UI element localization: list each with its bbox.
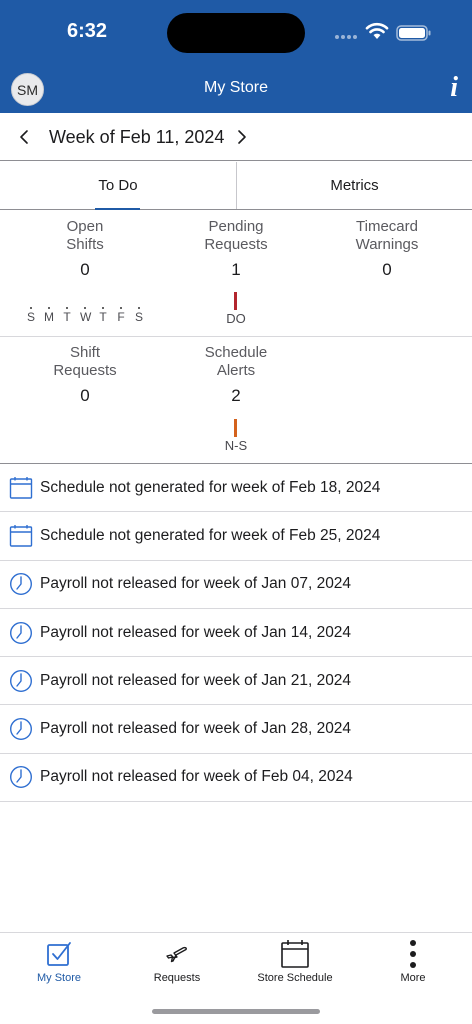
weekday-sat: S xyxy=(134,307,143,324)
tab-to-do[interactable]: To Do xyxy=(0,162,236,210)
schedule-alerts-label-1: Schedule xyxy=(204,344,268,361)
shift-requests-card[interactable]: Shift Requests 0 xyxy=(10,344,160,406)
alert-row[interactable]: Schedule not generated for week of Feb 1… xyxy=(0,464,472,513)
tab-metrics[interactable]: Metrics xyxy=(236,162,472,209)
checkbox-icon xyxy=(44,939,74,969)
pending-requests-card[interactable]: Pending Requests 1 xyxy=(161,218,311,280)
weekday-sun: S xyxy=(26,307,35,324)
alert-text: Schedule not generated for week of Feb 2… xyxy=(40,526,381,544)
schedule-alerts-count: 2 xyxy=(231,386,241,405)
alert-row[interactable]: Payroll not released for week of Jan 07,… xyxy=(0,561,472,609)
weekday-strip: S M T W T F S xyxy=(26,307,144,324)
tab-requests-label: Requests xyxy=(153,972,201,984)
tab-requests[interactable]: Requests xyxy=(118,933,236,988)
alert-text: Schedule not generated for week of Feb 1… xyxy=(40,478,381,496)
open-shifts-count: 0 xyxy=(80,260,90,279)
home-indicator xyxy=(152,1009,320,1014)
schedule-alerts-marker xyxy=(234,419,237,437)
alert-text: Payroll not released for week of Jan 14,… xyxy=(40,623,352,641)
weekday-mon: M xyxy=(44,307,54,324)
alert-row[interactable]: Payroll not released for week of Feb 04,… xyxy=(0,753,472,803)
pending-requests-label-2: Requests xyxy=(204,236,268,253)
info-button[interactable]: i xyxy=(450,73,458,103)
wifi-icon xyxy=(365,22,389,39)
summary-divider xyxy=(0,336,472,337)
weekday-thu: T xyxy=(99,307,107,324)
tab-my-store[interactable]: My Store xyxy=(0,933,118,988)
cellular-signal-icon xyxy=(335,35,357,39)
status-bar: 6:32 xyxy=(0,0,472,65)
schedule-alerts-label-2: Alerts xyxy=(216,362,256,379)
timecard-warnings-card[interactable]: Timecard Warnings 0 xyxy=(312,218,462,280)
shift-requests-count: 0 xyxy=(80,386,90,405)
weekday-wed: W xyxy=(80,307,92,324)
alert-row[interactable]: Schedule not generated for week of Feb 2… xyxy=(0,512,472,561)
segmented-tabs: To Do Metrics xyxy=(0,162,472,210)
pending-requests-marker xyxy=(234,292,237,310)
timecard-warnings-count: 0 xyxy=(382,260,392,279)
calendar-icon xyxy=(280,939,310,969)
open-shifts-label-2: Shifts xyxy=(66,236,104,253)
nav-bar: SM My Store i xyxy=(0,65,472,113)
clock-icon xyxy=(0,705,40,753)
alert-text: Payroll not released for week of Feb 04,… xyxy=(40,768,353,786)
schedule-alerts-card[interactable]: Schedule Alerts 2 xyxy=(161,344,311,406)
open-shifts-label-1: Open xyxy=(66,218,104,235)
weekday-tue: T xyxy=(63,307,71,324)
pending-requests-label-1: Pending xyxy=(208,218,264,235)
timecard-warnings-label-1: Timecard xyxy=(356,218,418,235)
clock-icon xyxy=(0,753,40,801)
pending-requests-count: 1 xyxy=(231,260,241,279)
chevron-left-icon[interactable] xyxy=(14,123,34,151)
battery-icon xyxy=(396,25,431,41)
alert-row[interactable]: Payroll not released for week of Jan 28,… xyxy=(0,705,472,754)
clock-icon xyxy=(0,657,40,705)
dynamic-island xyxy=(167,13,305,53)
week-label: Week of Feb 11, 2024 xyxy=(49,127,225,147)
tab-more[interactable]: More xyxy=(354,933,472,988)
page-title: My Store xyxy=(203,79,268,96)
chevron-right-icon[interactable] xyxy=(232,123,252,151)
bottom-tab-bar: My Store Requests Store Schedule More xyxy=(0,932,472,988)
clock-icon xyxy=(0,609,40,657)
tab-store-schedule-label: Store Schedule xyxy=(257,972,333,984)
alert-text: Payroll not released for week of Jan 21,… xyxy=(40,671,352,689)
calendar-icon xyxy=(0,464,40,512)
weekday-fri: F xyxy=(117,307,125,324)
alerts-list: Schedule not generated for week of Feb 1… xyxy=(0,463,472,803)
tab-more-label: More xyxy=(400,972,426,984)
clock-icon xyxy=(0,560,40,608)
alert-text: Payroll not released for week of Jan 07,… xyxy=(40,575,352,593)
alert-row[interactable]: Payroll not released for week of Jan 21,… xyxy=(0,657,472,706)
calendar-icon xyxy=(0,512,40,560)
week-selector: Week of Feb 11, 2024 xyxy=(0,113,472,161)
open-shifts-card[interactable]: Open Shifts 0 xyxy=(10,218,160,280)
schedule-alerts-marker-label: N-S xyxy=(224,438,248,453)
status-time: 6:32 xyxy=(67,20,108,42)
alert-row[interactable]: Payroll not released for week of Jan 14,… xyxy=(0,609,472,658)
tab-store-schedule[interactable]: Store Schedule xyxy=(236,933,354,988)
shift-requests-label-2: Requests xyxy=(53,362,117,379)
timecard-warnings-label-2: Warnings xyxy=(355,236,419,253)
pending-requests-marker-label: DO xyxy=(226,311,246,326)
tab-my-store-label: My Store xyxy=(36,972,81,984)
shift-requests-label-1: Shift xyxy=(69,344,100,361)
alert-text: Payroll not released for week of Jan 28,… xyxy=(40,720,352,738)
more-vertical-icon xyxy=(398,939,428,969)
airplane-icon xyxy=(162,939,192,969)
